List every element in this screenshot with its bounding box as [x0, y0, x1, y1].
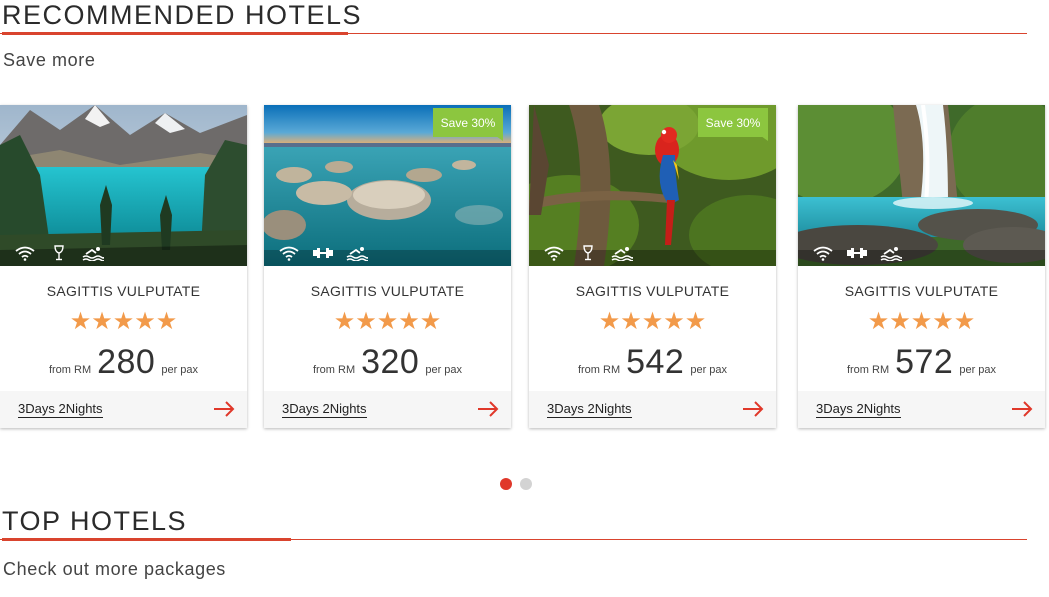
hotel-photo[interactable] — [798, 105, 1045, 266]
card-footer: 3Days 2Nights — [529, 391, 776, 428]
price-row: from RM 320 per pax — [264, 343, 511, 382]
dumbbell-icon — [847, 248, 867, 258]
recommended-section-header: RECOMMENDED HOTELS Save more — [0, 0, 1027, 71]
amenities — [14, 245, 104, 261]
arrow-right-icon[interactable] — [477, 400, 499, 418]
hotel-name[interactable]: SAGITTIS VULPUTATE — [264, 283, 511, 299]
hotel-card[interactable]: SAGITTIS VULPUTATE ★★★★★ from RM 280 per… — [0, 105, 247, 428]
hotel-card[interactable]: Save 30% SAGITTIS VULPUTATE ★★★★★ from R… — [264, 105, 511, 428]
duration-link[interactable]: 3Days 2Nights — [282, 402, 367, 418]
wifi-icon — [544, 246, 564, 261]
star-rating: ★★★★★ — [333, 308, 442, 335]
top-hotels-title: TOP HOTELS — [2, 506, 188, 536]
wine-glass-icon — [54, 245, 64, 261]
recommended-title: RECOMMENDED HOTELS — [2, 0, 363, 30]
recommended-subtitle: Save more — [3, 50, 96, 70]
card-footer: 3Days 2Nights — [264, 391, 511, 428]
arrow-right-icon[interactable] — [1011, 400, 1033, 418]
carousel-pagination — [500, 478, 532, 490]
duration-link[interactable]: 3Days 2Nights — [547, 402, 632, 418]
card-footer: 3Days 2Nights — [798, 391, 1045, 428]
amenities — [543, 245, 633, 261]
dumbbell-icon — [313, 248, 333, 258]
section-divider — [0, 538, 1027, 541]
wifi-icon — [813, 246, 833, 261]
hotel-card[interactable]: Save 30% SAGITTIS VULPUTATE ★★★★★ from R… — [529, 105, 776, 428]
swimming-icon — [880, 247, 902, 261]
arrow-right-icon[interactable] — [213, 400, 235, 418]
wifi-icon — [279, 246, 299, 261]
swimming-icon — [611, 247, 633, 261]
price-prefix: from RM — [577, 364, 621, 376]
price-suffix: per pax — [161, 364, 199, 376]
discount-badge: Save 30% — [433, 108, 503, 141]
top-hotels-section-header: TOP HOTELS Check out more packages — [0, 506, 1027, 580]
hotel-photo[interactable]: Save 30% — [264, 105, 511, 266]
wine-glass-icon — [583, 245, 593, 261]
swimming-icon — [346, 247, 368, 261]
hotel-name[interactable]: SAGITTIS VULPUTATE — [529, 283, 776, 299]
price-suffix: per pax — [959, 364, 997, 376]
amenities — [812, 245, 902, 261]
price-suffix: per pax — [425, 364, 463, 376]
star-rating: ★★★★★ — [598, 308, 707, 335]
price-row: from RM 572 per pax — [798, 343, 1045, 382]
price-row: from RM 542 per pax — [529, 343, 776, 382]
price-value: 542 — [626, 343, 685, 381]
hotel-photo[interactable] — [0, 105, 247, 266]
star-rating: ★★★★★ — [867, 308, 976, 335]
price-value: 572 — [895, 343, 954, 381]
amenities — [278, 245, 368, 261]
star-rating: ★★★★★ — [69, 308, 178, 335]
duration-link[interactable]: 3Days 2Nights — [816, 402, 901, 418]
duration-link[interactable]: 3Days 2Nights — [18, 402, 103, 418]
price-prefix: from RM — [846, 364, 890, 376]
arrow-right-icon[interactable] — [742, 400, 764, 418]
hotel-card[interactable]: SAGITTIS VULPUTATE ★★★★★ from RM 572 per… — [798, 105, 1045, 428]
card-footer: 3Days 2Nights — [0, 391, 247, 428]
price-suffix: per pax — [690, 364, 728, 376]
discount-badge: Save 30% — [698, 108, 768, 141]
hotel-name[interactable]: SAGITTIS VULPUTATE — [0, 283, 247, 299]
price-value: 320 — [361, 343, 420, 381]
top-hotels-subtitle: Check out more packages — [3, 559, 226, 579]
swimming-icon — [82, 247, 104, 261]
price-value: 280 — [97, 343, 156, 381]
carousel-dot-2[interactable] — [520, 478, 532, 490]
price-prefix: from RM — [312, 364, 356, 376]
price-row: from RM 280 per pax — [0, 343, 247, 382]
section-divider — [0, 32, 1027, 35]
carousel-dot-1[interactable] — [500, 478, 512, 490]
hotel-name[interactable]: SAGITTIS VULPUTATE — [798, 283, 1045, 299]
hotel-photo[interactable]: Save 30% — [529, 105, 776, 266]
wifi-icon — [15, 246, 35, 261]
price-prefix: from RM — [48, 364, 92, 376]
